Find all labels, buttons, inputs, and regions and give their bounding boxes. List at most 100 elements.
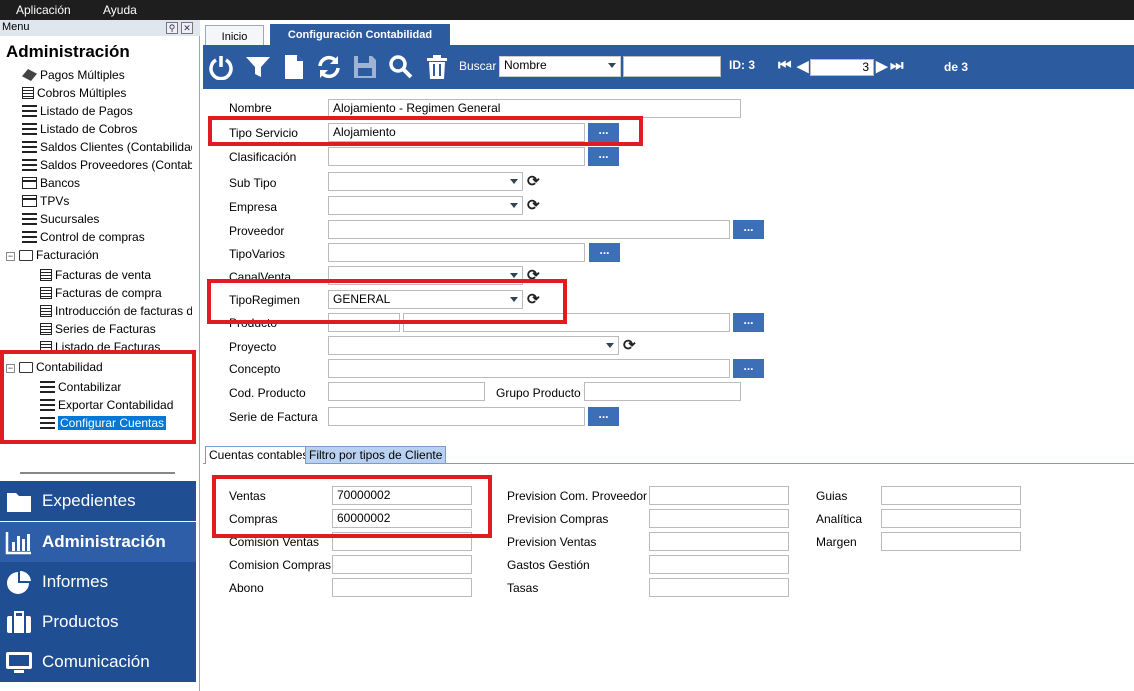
menu-header: Menu ⚲ ✕: [0, 20, 200, 36]
trash-icon[interactable]: [424, 54, 450, 80]
gastos-gestion-label: Gastos Gestión: [507, 558, 590, 572]
refresh-icon[interactable]: ⟳: [527, 198, 543, 214]
first-record-icon[interactable]: ⏮: [778, 57, 792, 74]
guias-input[interactable]: [881, 486, 1021, 505]
collapse-icon[interactable]: −: [6, 252, 15, 261]
clasificacion-input[interactable]: [328, 147, 585, 166]
search-icon[interactable]: [388, 54, 414, 80]
refresh-icon[interactable]: ⟳: [623, 338, 639, 354]
list-icon: [22, 141, 37, 153]
save-icon[interactable]: [352, 54, 378, 80]
subtab-filtro-tipos-cliente[interactable]: Filtro por tipos de Cliente: [305, 446, 447, 464]
tree-item-control-compras[interactable]: Control de compras: [22, 228, 145, 246]
tree-item-series-facturas[interactable]: Series de Facturas: [40, 320, 156, 338]
sidebar-title: Administración: [6, 42, 130, 61]
comision-compras-input[interactable]: [332, 555, 472, 574]
tipo-varios-input[interactable]: [328, 243, 585, 262]
highlight-tipo-servicio: [208, 116, 643, 146]
serie-factura-browse-button[interactable]: ...: [588, 407, 619, 426]
nav-informes[interactable]: Informes: [0, 562, 196, 602]
highlight-contabilidad: [0, 350, 196, 444]
tab-inicio[interactable]: Inicio: [205, 25, 264, 47]
menu-aplicacion[interactable]: Aplicación: [16, 3, 71, 17]
tasas-input[interactable]: [649, 578, 789, 597]
monitor-icon: [6, 652, 32, 673]
search-input[interactable]: [623, 56, 721, 77]
list-icon: [22, 231, 37, 243]
new-document-icon[interactable]: [281, 54, 307, 80]
document-icon: [40, 341, 52, 350]
tree-folder-facturacion[interactable]: − Facturación: [6, 246, 99, 264]
tree-item-tpvs[interactable]: TPVs: [22, 192, 69, 210]
tree-item-pagos-multiples[interactable]: Pagos Múltiples: [22, 66, 125, 84]
prev-record-icon[interactable]: ◀: [797, 57, 809, 75]
payment-icon: [22, 69, 37, 81]
tipo-varios-browse-button[interactable]: ...: [589, 243, 620, 262]
list-icon: [22, 123, 37, 135]
abono-input[interactable]: [332, 578, 472, 597]
tree-item-saldos-clientes[interactable]: Saldos Clientes (Contabilidad: [22, 138, 192, 156]
power-icon[interactable]: [208, 54, 234, 80]
nav-label: Comunicación: [42, 652, 150, 671]
proveedor-browse-button[interactable]: ...: [733, 220, 764, 239]
tree-item-listado-facturas[interactable]: Listado de Facturas: [40, 338, 160, 350]
tree-item-saldos-proveedores[interactable]: Saldos Proveedores (Contabil: [22, 156, 192, 174]
tree-item-introduccion-facturas[interactable]: Introducción de facturas d: [40, 302, 192, 320]
prevision-ventas-input[interactable]: [649, 532, 789, 551]
document-icon: [22, 87, 34, 99]
clasificacion-browse-button[interactable]: ...: [588, 147, 619, 166]
tab-configuracion-contabilidad[interactable]: Configuración Contabilidad: [270, 24, 450, 46]
tree-item-label: Bancos: [40, 176, 81, 190]
splitter[interactable]: [20, 472, 175, 474]
prevision-com-proveedor-input[interactable]: [649, 486, 789, 505]
concepto-browse-button[interactable]: ...: [733, 359, 764, 378]
subtab-cuentas-contables[interactable]: Cuentas contables: [205, 446, 313, 464]
prevision-compras-input[interactable]: [649, 509, 789, 528]
filter-icon[interactable]: [245, 54, 271, 80]
document-icon: [40, 323, 52, 335]
abono-label: Abono: [229, 581, 264, 595]
page-number-input[interactable]: 3: [810, 59, 874, 76]
nombre-label: Nombre: [229, 101, 272, 115]
refresh-icon[interactable]: ⟳: [527, 174, 543, 190]
cod-producto-input[interactable]: [328, 382, 485, 401]
last-record-icon[interactable]: ⏭: [890, 57, 904, 74]
nav-productos[interactable]: Productos: [0, 602, 196, 642]
prevision-compras-label: Prevision Compras: [507, 512, 609, 526]
concepto-input[interactable]: [328, 359, 730, 378]
gastos-gestion-input[interactable]: [649, 555, 789, 574]
nav-administracion[interactable]: Administración: [0, 522, 196, 562]
tree-item-facturas-compra[interactable]: Facturas de compra: [40, 284, 162, 302]
empresa-select[interactable]: [328, 196, 523, 215]
nav-expedientes[interactable]: Expedientes: [0, 481, 196, 521]
nav-label: Expedientes: [42, 491, 136, 510]
producto-browse-button[interactable]: ...: [733, 313, 764, 332]
analitica-input[interactable]: [881, 509, 1021, 528]
tree-item-label: TPVs: [40, 194, 70, 208]
tree-item-bancos[interactable]: Bancos: [22, 174, 80, 192]
folder-icon: [7, 493, 31, 512]
serie-factura-input[interactable]: [328, 407, 585, 426]
tree-item-sucursales[interactable]: Sucursales: [22, 210, 99, 228]
refresh-icon[interactable]: [316, 54, 342, 80]
tree-item-facturas-venta[interactable]: Facturas de venta: [40, 266, 151, 284]
pin-icon[interactable]: ⚲: [166, 22, 178, 34]
tree-item-listado-cobros[interactable]: Listado de Cobros: [22, 120, 137, 138]
next-record-icon[interactable]: ▶: [876, 57, 888, 75]
proyecto-select[interactable]: [328, 336, 619, 355]
proveedor-input[interactable]: [328, 220, 730, 239]
sub-tipo-select[interactable]: [328, 172, 523, 191]
tree-item-cobros-multiples[interactable]: Cobros Múltiples: [22, 84, 126, 102]
menu-ayuda[interactable]: Ayuda: [103, 3, 137, 17]
buscar-field-select[interactable]: Nombre: [499, 56, 621, 77]
tree-item-listado-pagos[interactable]: Listado de Pagos: [22, 102, 133, 120]
close-icon[interactable]: ✕: [181, 22, 193, 34]
tree-item-label: Saldos Clientes (Contabilidad: [40, 140, 192, 154]
nav-comunicacion[interactable]: Comunicación: [0, 642, 196, 682]
grupo-producto-input[interactable]: [584, 382, 741, 401]
grupo-producto-label: Grupo Producto: [496, 386, 581, 400]
tree-item-label: Cobros Múltiples: [37, 86, 127, 100]
tree-item-label: Listado de Pagos: [40, 104, 133, 118]
margen-input[interactable]: [881, 532, 1021, 551]
margen-label: Margen: [816, 535, 857, 549]
